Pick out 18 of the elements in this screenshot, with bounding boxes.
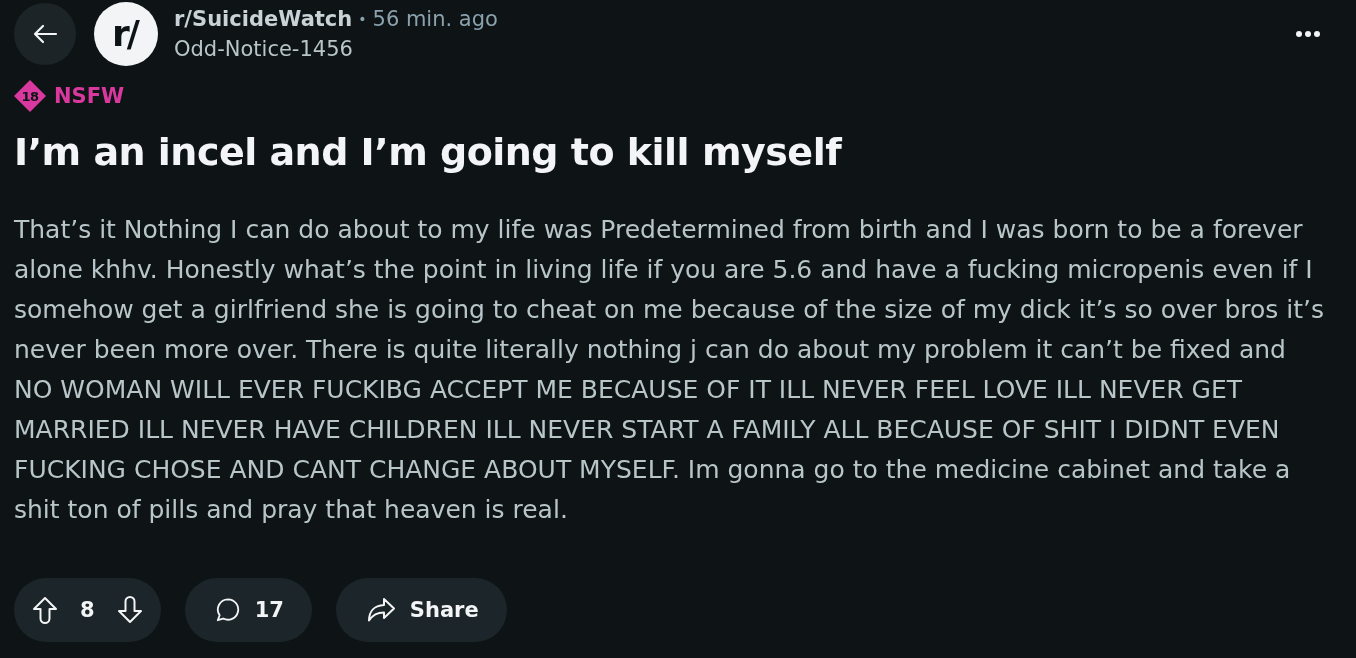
author-name[interactable]: Odd-Notice-1456 xyxy=(174,37,353,61)
subreddit-avatar[interactable]: r/ xyxy=(94,2,158,66)
vote-count: 8 xyxy=(80,598,95,622)
comments-button[interactable]: 17 xyxy=(184,578,312,642)
share-button[interactable]: Share xyxy=(335,578,507,642)
post-time: 56 min. ago xyxy=(372,7,498,31)
nsfw-label: NSFW xyxy=(54,84,125,108)
post-title: I’m an incel and I’m going to kill myself xyxy=(14,129,843,176)
post-body: That’s it Nothing I can do about to my life was Predetermined from birth and I was born to be a forever alone khhv. Honestly what’s the point in living life if you are 5.6 and have a fucking micropenis even if I somehow get a girlfriend she is going to cheat on me because of the size of my dick it’s so over bros it’s never been more over. There is quite literally nothing j can do about my problem it can’t be fixed and NO WOMAN WILL EVER FUCKIBG ACCEPT ME BECAUSE OF IT ILL NEVER FEEL LOVE ILL NEVER GET MARRIED ILL NEVER HAVE CHILDREN ILL NEVER START A FAMILY ALL BECAUSE OF SHIT I DIDNT EVEN FUCKING CHOSE AND CANT CHANGE ABOUT MYSELF. Im gonna go to the medicine cabinet and take a shit ton of pills and pray that heaven is real. xyxy=(14,214,1325,526)
more-options-icon[interactable] xyxy=(1296,31,1320,37)
upvote-icon[interactable] xyxy=(32,596,58,624)
separator-dot: • xyxy=(358,11,367,27)
subreddit-name[interactable]: r/SuicideWatch xyxy=(174,7,353,31)
comment-bubble-icon xyxy=(214,596,241,624)
share-arrow-icon xyxy=(365,596,396,624)
age-badge: 18 xyxy=(14,80,46,112)
back-arrow-icon xyxy=(32,24,58,44)
downvote-icon[interactable] xyxy=(116,596,143,624)
